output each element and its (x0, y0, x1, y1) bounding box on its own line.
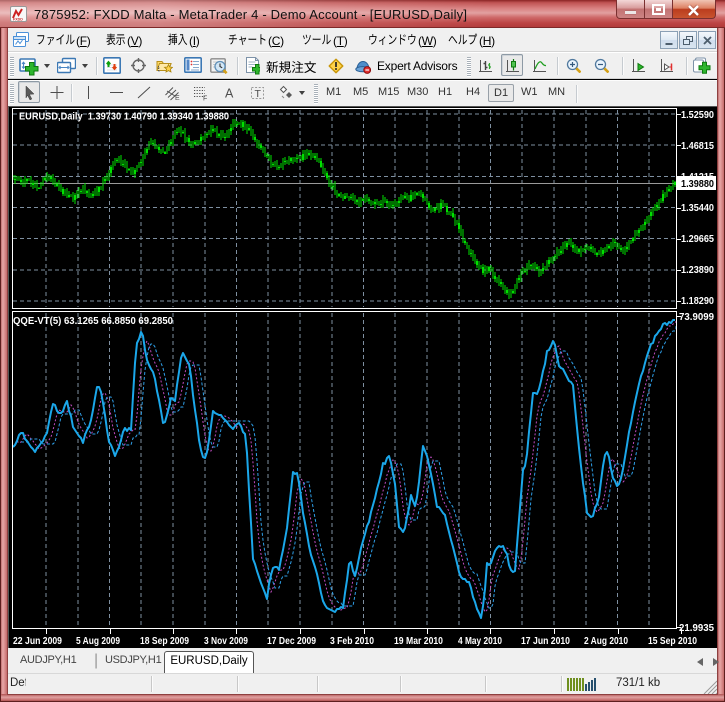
svg-text:5 Aug 2009: 5 Aug 2009 (76, 636, 120, 647)
svg-text:22 Jun 2009: 22 Jun 2009 (13, 636, 62, 647)
svg-text:1.52590: 1.52590 (681, 110, 714, 121)
svg-text:15 Sep 2010: 15 Sep 2010 (648, 636, 697, 647)
svg-text:QQE-VT(5) 63.1265 66.8850 69.2: QQE-VT(5) 63.1265 66.8850 69.2850 (13, 316, 173, 327)
svg-text:17 Dec 2009: 17 Dec 2009 (267, 636, 316, 647)
svg-text:T: T (255, 88, 262, 100)
svg-text:1.29665: 1.29665 (681, 234, 714, 245)
svg-text:19 Mar 2010: 19 Mar 2010 (394, 636, 443, 647)
svg-text:1.18290: 1.18290 (681, 296, 714, 307)
svg-text:21.9935: 21.9935 (679, 623, 714, 634)
svg-text:18 Sep 2009: 18 Sep 2009 (140, 636, 189, 647)
svg-text:3 Feb 2010: 3 Feb 2010 (330, 636, 374, 647)
svg-text:1.46815: 1.46815 (681, 141, 714, 152)
svg-text:4 May 2010: 4 May 2010 (458, 636, 502, 647)
svg-text:E: E (175, 95, 180, 101)
svg-text:A: A (225, 87, 234, 101)
svg-text:1.35440: 1.35440 (681, 203, 714, 214)
svg-text:FXDD: FXDD (13, 18, 23, 22)
svg-text:2 Aug 2010: 2 Aug 2010 (584, 636, 628, 647)
svg-text:1.39880: 1.39880 (681, 179, 714, 190)
svg-text:3 Nov 2009: 3 Nov 2009 (204, 636, 248, 647)
svg-text:F: F (203, 96, 207, 102)
svg-text:17 Jun 2010: 17 Jun 2010 (521, 636, 570, 647)
svg-text:EURUSD,Daily 1.39730 1.40790: EURUSD,Daily 1.39730 1.40790 1.39340 1.3… (19, 112, 229, 123)
svg-text:1.23890: 1.23890 (681, 265, 714, 276)
svg-text:73.9099: 73.9099 (679, 312, 714, 323)
